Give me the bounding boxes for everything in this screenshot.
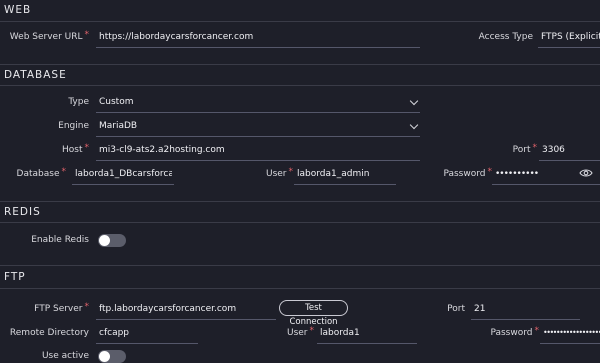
section-divider [0,265,600,266]
ftp-password-label: Password * [490,326,540,338]
db-engine-select[interactable]: MariaDB [99,121,299,131]
input-underline [538,47,600,48]
eye-icon[interactable] [579,168,593,178]
section-divider [0,21,600,22]
required-marker: * [84,143,90,153]
db-host-label: Host * [62,143,90,155]
section-heading-redis: REDIS [4,206,41,218]
remote-directory-input[interactable]: cfcapp [99,328,194,338]
ftp-password-input[interactable]: •••••••••••••••••• [543,328,600,337]
input-underline [96,319,276,320]
use-active-label: Use active [41,351,89,361]
chevron-down-icon[interactable] [409,96,419,106]
section-divider [0,201,600,202]
toggle-knob [99,235,110,246]
db-password-input[interactable]: •••••••••• [495,169,565,179]
use-active-toggle[interactable] [98,350,126,363]
required-marker: * [84,302,90,312]
toggle-knob [99,351,110,362]
db-port-input[interactable]: 3306 [542,145,600,155]
web-server-url-label: Web Server URL * [9,30,90,42]
input-underline [96,160,420,161]
section-divider [0,288,600,289]
db-password-label: Password * [443,167,493,179]
section-divider [0,222,600,223]
input-underline [294,184,396,185]
required-marker: * [532,143,538,153]
input-underline [96,136,420,137]
enable-redis-label: Enable Redis [31,235,89,245]
chevron-down-icon[interactable] [409,120,419,130]
db-user-label: User * [265,167,294,179]
web-server-url-input[interactable]: https://labordaycarsforcancer.com [99,32,319,42]
input-underline [96,343,198,344]
section-heading-ftp: FTP [4,271,26,283]
input-underline [96,112,420,113]
remote-directory-label: Remote Directory [9,328,89,338]
db-type-label: Type [68,97,89,107]
required-marker: * [487,167,493,177]
required-marker: * [309,326,315,336]
input-underline [539,160,600,161]
required-marker: * [534,326,540,336]
ftp-server-input[interactable]: ftp.labordaycarsforcancer.com [99,304,274,314]
section-heading-web: WEB [4,4,32,16]
required-marker: * [61,167,67,177]
ftp-port-input[interactable]: 21 [474,304,574,314]
input-underline [540,343,600,344]
section-divider [0,64,600,65]
db-engine-label: Engine [58,121,89,131]
db-port-label: Port * [512,143,538,155]
section-heading-database: DATABASE [4,69,67,81]
access-type-select[interactable]: FTPS (Explicit) [541,32,600,42]
input-underline [72,184,174,185]
required-marker: * [288,167,294,177]
db-database-label: Database * [16,167,67,179]
input-underline [492,184,600,185]
db-user-input[interactable]: laborda1_admin [297,169,394,179]
db-host-input[interactable]: mi3-cl9-ats2.a2hosting.com [99,145,319,155]
ftp-user-label: User * [286,326,315,338]
test-connection-button[interactable]: Test Connection [279,300,348,327]
required-marker: * [84,30,90,40]
input-underline [96,47,420,48]
ftp-port-label: Port [447,304,465,314]
access-type-label: Access Type [478,32,533,42]
ftp-user-input[interactable]: laborda1 [320,328,415,338]
section-divider [0,85,600,86]
input-underline [471,319,580,320]
enable-redis-toggle[interactable] [98,234,126,247]
db-database-input[interactable]: laborda1_DBcarsforcanc [75,169,172,179]
db-type-select[interactable]: Custom [99,97,299,107]
ftp-server-label: FTP Server * [34,302,90,314]
input-underline [317,343,417,344]
